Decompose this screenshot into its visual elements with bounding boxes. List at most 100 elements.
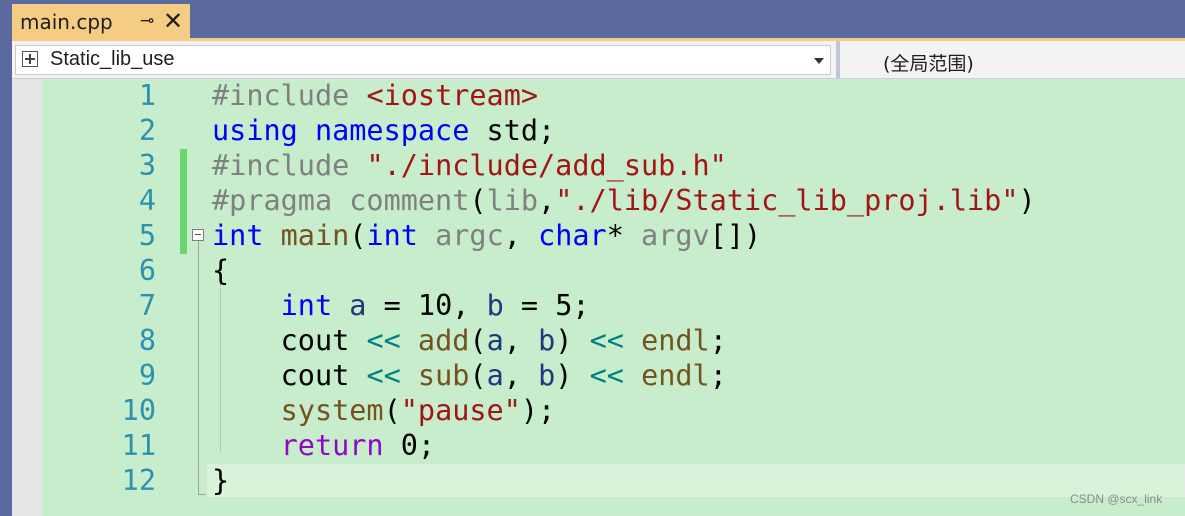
line-number: 11 — [121, 429, 156, 462]
code-line[interactable]: { — [212, 253, 229, 288]
code-editor[interactable]: 1 2 3 4 5 6 7 8 9 10 11 12 #include <iostream> using… — [12, 79, 1185, 516]
code-line[interactable]: using namespace std; — [212, 113, 555, 148]
project-context-dropdown[interactable]: Static_lib_use — [15, 45, 831, 75]
line-number: 5 — [138, 219, 156, 252]
code-line[interactable]: cout << add(a, b) << endl; — [212, 323, 727, 358]
code-token: sub — [417, 359, 470, 392]
code-token: return — [280, 429, 401, 462]
code-token: #pragma comment — [212, 184, 470, 217]
indicator-margin[interactable] — [12, 79, 42, 516]
code-token: argv — [641, 219, 710, 252]
code-token: << — [589, 324, 642, 357]
code-token: 0; — [400, 429, 436, 462]
line-number: 10 — [121, 394, 156, 427]
code-token: ) — [1018, 184, 1036, 217]
code-token: endl — [641, 324, 710, 357]
code-token: } — [212, 464, 230, 497]
code-token: ) — [555, 359, 590, 392]
watermark: CSDN @scx_link — [1070, 492, 1163, 506]
pin-icon[interactable]: ⊸ — [140, 11, 154, 31]
code-token: << — [366, 359, 418, 392]
outline-line — [198, 241, 199, 495]
code-token: a — [486, 324, 504, 357]
chevron-down-icon[interactable] — [814, 58, 824, 64]
code-token: cout — [212, 359, 367, 392]
code-token: b — [486, 289, 504, 322]
code-line[interactable]: int a = 10, b = 5; — [212, 288, 590, 323]
code-token: char — [538, 219, 607, 252]
code-token: main — [280, 219, 350, 252]
outline-end — [198, 494, 206, 495]
document-tab-bar: main.cpp ⊸ ✕ — [0, 0, 1185, 40]
code-line[interactable]: #include <iostream> — [212, 78, 538, 113]
code-token: []) — [709, 219, 762, 252]
code-token: #include — [212, 79, 367, 112]
code-token: add — [417, 324, 470, 357]
scope-label: (全局范围) — [883, 53, 974, 75]
code-token: int — [212, 219, 281, 252]
code-token: <iostream> — [366, 79, 539, 112]
code-token: << — [366, 324, 418, 357]
code-token: cout — [212, 324, 367, 357]
code-token: ; — [709, 324, 727, 357]
code-token: system — [280, 394, 384, 427]
change-tracking-bar — [180, 149, 187, 254]
line-number: 2 — [138, 114, 156, 147]
code-token: "pause" — [400, 394, 521, 427]
current-line-highlight — [207, 464, 1185, 497]
close-icon[interactable]: ✕ — [163, 7, 183, 35]
dropdown-splitter[interactable] — [836, 41, 840, 79]
code-token: = 5; — [503, 289, 590, 322]
code-token: ( — [469, 184, 487, 217]
line-number: 3 — [138, 149, 156, 182]
scope-dropdown[interactable]: (全局范围) — [845, 45, 1183, 75]
code-token: , — [503, 359, 539, 392]
line-number: 8 — [138, 324, 156, 357]
code-token: = 10, — [366, 289, 487, 322]
code-token: << — [589, 359, 642, 392]
code-token: std; — [486, 114, 556, 147]
code-token: ( — [469, 359, 487, 392]
line-number: 12 — [121, 464, 156, 497]
code-line[interactable]: } — [212, 463, 229, 498]
code-token: endl — [641, 359, 710, 392]
line-number: 1 — [138, 79, 156, 112]
code-token: #include — [212, 149, 367, 182]
code-token: ) — [555, 324, 590, 357]
code-line[interactable]: system("pause"); — [212, 393, 556, 428]
code-line[interactable]: return 0; — [212, 428, 435, 463]
code-line[interactable]: int main(int argc, char* argv[]) — [212, 218, 761, 253]
project-context-label: Static_lib_use — [50, 48, 175, 70]
code-token: "./lib/Static_lib_proj.lib" — [555, 184, 1019, 217]
code-token: ( — [383, 394, 401, 427]
code-token: b — [538, 324, 556, 357]
tab-main-cpp[interactable]: main.cpp ⊸ ✕ — [12, 4, 190, 40]
code-token: ( — [349, 219, 367, 252]
code-token: , — [538, 184, 556, 217]
project-context-icon — [22, 51, 38, 67]
navigation-bar: Static_lib_use (全局范围) — [12, 41, 1185, 79]
code-token: , — [503, 324, 539, 357]
line-number: 6 — [138, 254, 156, 287]
code-token: ); — [520, 394, 556, 427]
code-token: int — [366, 219, 436, 252]
line-number: 9 — [138, 359, 156, 392]
code-token: int — [280, 289, 350, 322]
code-token: ; — [709, 359, 727, 392]
tab-title: main.cpp — [20, 10, 113, 34]
code-line[interactable]: #pragma comment(lib,"./lib/Static_lib_pr… — [212, 183, 1036, 218]
code-token: argc — [435, 219, 504, 252]
line-number: 7 — [138, 289, 156, 322]
code-line[interactable]: cout << sub(a, b) << endl; — [212, 358, 727, 393]
code-token: lib — [486, 184, 539, 217]
collapse-icon[interactable] — [192, 229, 204, 241]
code-token: { — [212, 254, 230, 287]
code-token: , — [503, 219, 539, 252]
code-token: b — [538, 359, 556, 392]
code-token: using namespace — [212, 114, 487, 147]
code-token: "./include/add_sub.h" — [366, 149, 727, 182]
code-line[interactable]: #include "./include/add_sub.h" — [212, 148, 727, 183]
